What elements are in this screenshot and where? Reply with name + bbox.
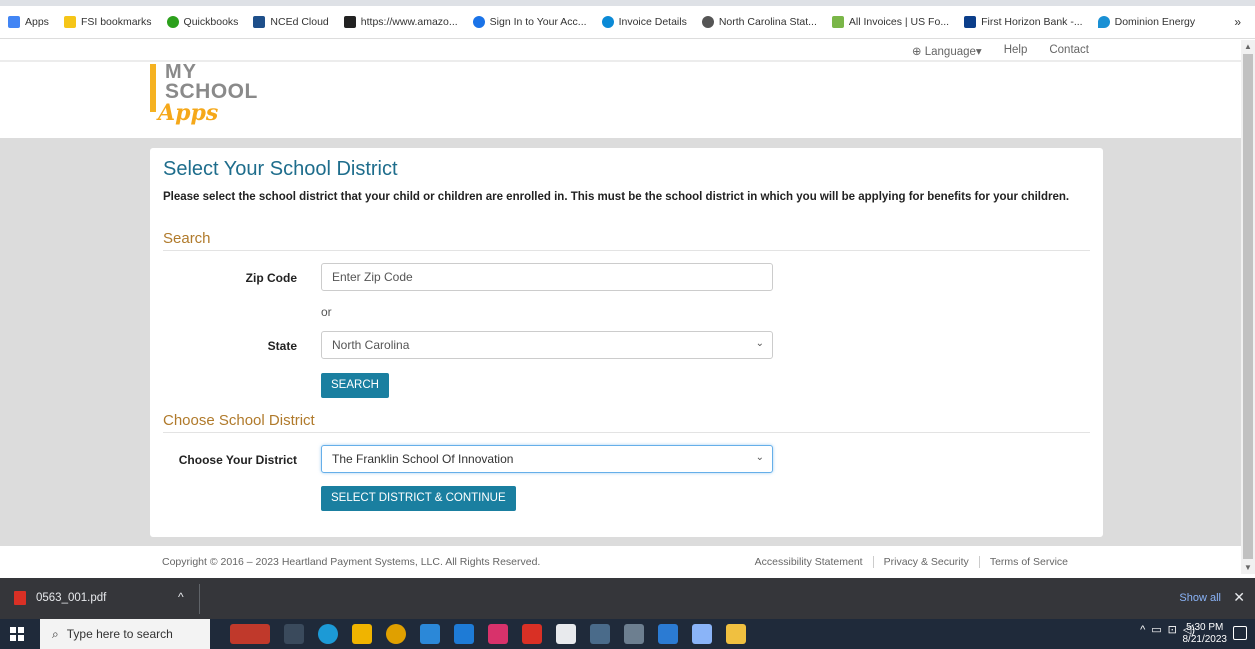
zip-code-input[interactable]: Enter Zip Code: [321, 263, 773, 291]
download-item[interactable]: 0563_001.pdf: [14, 591, 106, 605]
globe-icon: [701, 16, 714, 28]
chevron-down-icon: ⌄: [755, 338, 764, 349]
accessibility-link[interactable]: Accessibility Statement: [745, 556, 873, 568]
logo-bar: [150, 64, 156, 112]
or-text: or: [321, 305, 332, 319]
language-menu[interactable]: ⊕ Language▾: [912, 44, 982, 58]
edge-icon[interactable]: [318, 624, 338, 644]
pdf-icon: [14, 591, 26, 605]
scroll-up-icon[interactable]: ▲: [1244, 42, 1252, 51]
scrollbar-thumb[interactable]: [1243, 54, 1253, 559]
scroll-down-icon[interactable]: ▼: [1244, 563, 1252, 572]
calculator-icon[interactable]: [590, 624, 610, 644]
bookmark-nc-state[interactable]: North Carolina Stat...: [701, 16, 817, 28]
bookmark-invoice-details[interactable]: Invoice Details: [601, 16, 687, 28]
task-view-icon[interactable]: [284, 624, 304, 644]
chrome-active-icon[interactable]: [556, 624, 576, 644]
search-icon: ⌕: [52, 626, 59, 641]
network-icon[interactable]: ⊡: [1168, 623, 1177, 636]
taskbar-search-input[interactable]: ⌕ Type here to search: [40, 619, 210, 649]
nc-icon: [253, 16, 266, 28]
sign-in-icon: [472, 16, 485, 28]
page-scrollbar[interactable]: ▲ ▼: [1241, 40, 1255, 574]
quickbooks-icon: [166, 16, 179, 28]
page-footer: Copyright © 2016 – 2023 Heartland Paymen…: [0, 546, 1241, 574]
bookmark-amazon[interactable]: https://www.amazo...: [343, 16, 458, 28]
download-divider: [199, 584, 200, 614]
copyright-text: Copyright © 2016 – 2023 Heartland Paymen…: [162, 556, 541, 568]
utility-nav: ⊕ Language▾ Help Contact: [0, 40, 1241, 62]
windows-taskbar: ⌕ Type here to search ^ ▭ ⊡ ◁) 5:30 PM 8…: [0, 619, 1255, 649]
zip-code-label: Zip Code: [245, 271, 297, 285]
browser-tab-strip: [0, 0, 1255, 6]
photos-icon[interactable]: [658, 624, 678, 644]
file-explorer-icon[interactable]: [352, 624, 372, 644]
state-select[interactable]: North Carolina ⌄: [321, 331, 773, 359]
bookmarks-bar: Apps FSI bookmarks Quickbooks NCEd Cloud…: [0, 0, 1255, 39]
close-icon[interactable]: ✕: [1233, 589, 1245, 606]
bookmark-fsi[interactable]: FSI bookmarks: [63, 16, 152, 28]
chevron-down-icon: ⌄: [755, 452, 764, 463]
flame-icon: [1097, 16, 1110, 28]
chrome-icon[interactable]: [386, 624, 406, 644]
app-icon[interactable]: [726, 624, 746, 644]
invoice-icon: [601, 16, 614, 28]
bookmark-us-foods[interactable]: All Invoices | US Fo...: [831, 16, 949, 28]
globe-icon: ⊕: [911, 46, 922, 58]
creative-cloud-icon[interactable]: [488, 624, 508, 644]
printer-icon[interactable]: [624, 624, 644, 644]
first-horizon-icon: [964, 16, 977, 28]
help-link[interactable]: Help: [1004, 44, 1028, 58]
apps-grid-icon: [8, 16, 20, 28]
battery-icon[interactable]: ▭: [1151, 623, 1161, 636]
contact-link[interactable]: Contact: [1049, 44, 1089, 58]
select-district-continue-button[interactable]: SELECT DISTRICT & CONTINUE: [321, 486, 516, 511]
terms-link[interactable]: Terms of Service: [978, 556, 1078, 568]
store-icon[interactable]: [420, 624, 440, 644]
state-label: State: [267, 339, 297, 353]
district-section-heading: Choose School District: [163, 412, 1090, 433]
page-title: Select Your School District: [163, 158, 398, 180]
amazon-icon: [343, 16, 356, 28]
notepad-icon[interactable]: [692, 624, 712, 644]
usf-icon: [831, 16, 844, 28]
football-icon[interactable]: [230, 624, 270, 644]
notification-icon[interactable]: [1233, 626, 1247, 640]
myschoolapps-logo[interactable]: MY SCHOOL Apps: [150, 61, 280, 130]
windows-start-icon[interactable]: [10, 627, 24, 641]
caret-up-icon[interactable]: ^: [1140, 624, 1145, 636]
taskbar-clock[interactable]: 5:30 PM 8/21/2023: [1183, 622, 1228, 646]
district-label: Choose Your District: [178, 453, 297, 467]
show-all-button[interactable]: Show all: [1179, 592, 1221, 604]
bookmark-apps[interactable]: Apps: [8, 16, 49, 28]
caret-up-icon[interactable]: ^: [178, 590, 184, 604]
district-card: Select Your School District Please selec…: [150, 148, 1103, 537]
search-section-heading: Search: [163, 230, 1090, 251]
bookmark-quickbooks[interactable]: Quickbooks: [166, 16, 238, 28]
bookmark-sign-in[interactable]: Sign In to Your Acc...: [472, 16, 587, 28]
page-description: Please select the school district that y…: [163, 191, 1070, 203]
district-select[interactable]: The Franklin School Of Innovation ⌄: [321, 445, 773, 473]
bookmark-nced[interactable]: NCEd Cloud: [253, 16, 329, 28]
acrobat-icon[interactable]: [522, 624, 542, 644]
bookmark-dominion[interactable]: Dominion Energy: [1097, 16, 1195, 28]
bookmarks-overflow-button[interactable]: »: [1234, 15, 1241, 29]
search-button[interactable]: SEARCH: [321, 373, 389, 398]
caret-down-icon: ▾: [975, 46, 982, 58]
bookmark-first-horizon[interactable]: First Horizon Bank -...: [964, 16, 1083, 28]
mail-icon[interactable]: [454, 624, 474, 644]
folder-icon: [63, 16, 76, 28]
privacy-link[interactable]: Privacy & Security: [872, 556, 979, 568]
download-bar: 0563_001.pdf ^ Show all ✕: [0, 578, 1255, 619]
